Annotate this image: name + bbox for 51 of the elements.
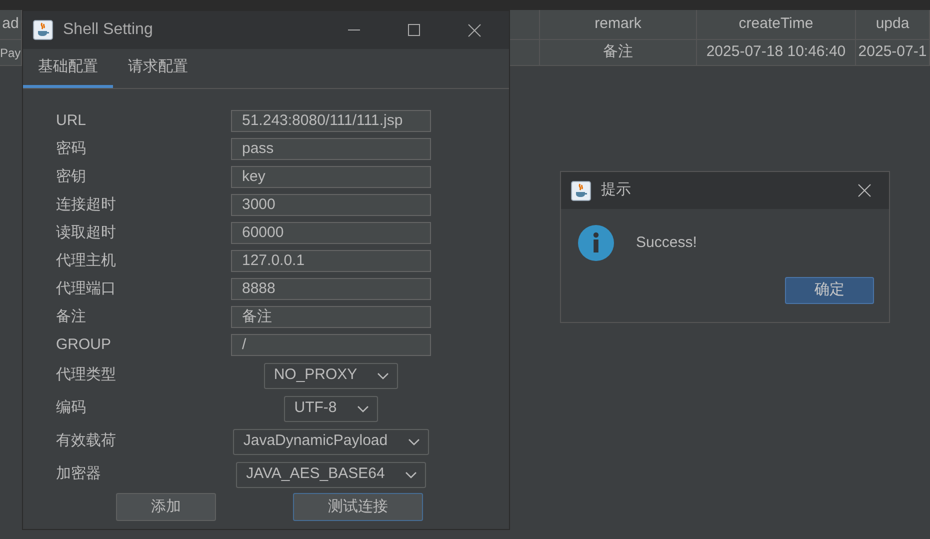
text-field[interactable]: pass (231, 138, 431, 160)
action-button[interactable]: 添加 (116, 493, 216, 521)
text-field[interactable]: 8888 (231, 278, 431, 300)
field-label: 代理主机 (56, 250, 117, 271)
text-field[interactable]: 60000 (231, 222, 431, 244)
text-field[interactable]: 127.0.0.1 (231, 250, 431, 272)
minimize-icon (348, 29, 360, 31)
window-title: Shell Setting (63, 20, 154, 40)
table-cell: 备注 (540, 40, 697, 65)
field-label: 代理类型 (56, 365, 117, 386)
column-header: remark (540, 10, 697, 39)
chevron-down-icon (377, 372, 390, 380)
field-label: 读取超时 (56, 222, 117, 243)
text-field[interactable]: 51.243:8080/111/111.jsp (231, 110, 431, 132)
field-label: 备注 (56, 306, 87, 327)
column-header: createTime (697, 10, 856, 39)
table-cell: 2025-07-18 10:46:40 (697, 40, 856, 65)
info-icon (578, 225, 614, 261)
dropdown[interactable]: NO_PROXY (264, 362, 398, 388)
message-text: Success! (636, 232, 697, 253)
table-cell: 2025-07-1 (856, 40, 930, 65)
column-header: upda (856, 10, 930, 39)
dropdown[interactable]: UTF-8 (284, 396, 378, 422)
field-label: 编码 (56, 398, 87, 418)
app-logo-icon (571, 180, 591, 200)
app-logo-icon (33, 20, 53, 40)
field-label: 密钥 (56, 166, 87, 187)
dialog-title: 提示 (601, 180, 632, 200)
action-button[interactable]: 测试连接 (293, 493, 423, 521)
chevron-down-icon (408, 438, 420, 446)
field-label: 连接超时 (56, 194, 117, 215)
field-label: 代理端口 (56, 278, 117, 299)
field-label: 加密器 (56, 464, 102, 484)
chevron-down-icon (404, 470, 417, 478)
dropdown[interactable]: JAVA_AES_BASE64 (236, 462, 426, 488)
field-label: URL (56, 110, 88, 131)
field-label: GROUP (56, 334, 112, 355)
dropdown[interactable]: JavaDynamicPayload (233, 428, 429, 454)
close-icon (858, 184, 870, 197)
text-field[interactable]: / (231, 334, 431, 356)
tab[interactable]: 请求配置 (113, 49, 203, 88)
close-icon (468, 24, 480, 36)
text-field[interactable]: key (231, 166, 431, 188)
chevron-down-icon (356, 404, 369, 412)
maximize-icon (408, 24, 420, 36)
field-label: 有效载荷 (56, 431, 117, 452)
tab[interactable]: 基础配置 (23, 49, 113, 88)
text-field[interactable]: 备注 (231, 306, 431, 328)
text-field[interactable]: 3000 (231, 194, 431, 216)
field-label: 密码 (56, 138, 87, 159)
ok-button[interactable]: 确定 (785, 277, 874, 304)
